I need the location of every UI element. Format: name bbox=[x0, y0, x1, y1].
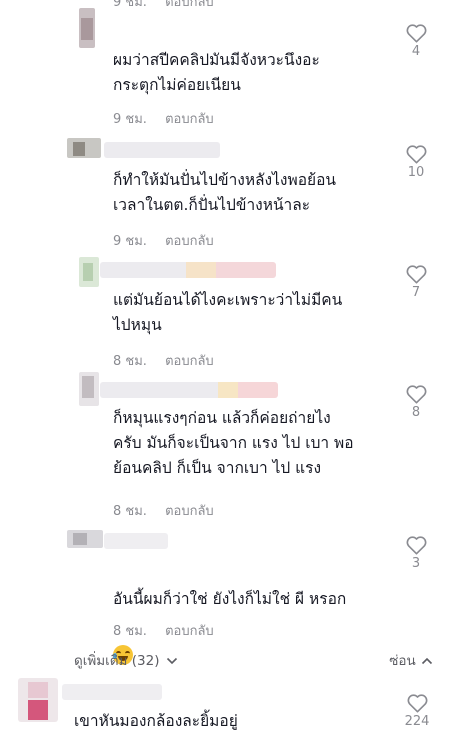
avatar[interactable] bbox=[67, 138, 101, 158]
username[interactable] bbox=[62, 684, 162, 700]
comment-text: ผมว่าสปีคคลิปมันมีจังหวะนึงอะ กระตุกไม่ค… bbox=[113, 51, 320, 94]
comment-text: ก็หมุนแรงๆก่อน แล้วก็ค่อยถ่ายไง ครับ มัน… bbox=[113, 409, 354, 477]
like-button[interactable]: 8 bbox=[401, 385, 431, 420]
reply-button[interactable]: ตอบกลับ bbox=[165, 504, 214, 519]
comment-meta: 9 ชม. ตอบกลับ bbox=[113, 108, 214, 129]
comment-time: 8 ชม. bbox=[113, 624, 147, 639]
hide-label: ซ่อน bbox=[389, 653, 416, 669]
comment-text-content: อันนี้ผมก็ว่าใช่ ยังไงก็ไม่ใช่ ผี หรอก bbox=[113, 590, 347, 608]
like-count: 3 bbox=[411, 556, 421, 571]
reply-button[interactable]: ตอบกลับ bbox=[165, 0, 214, 10]
comment-text: แต่มันย้อนได้ไงคะเพราะว่าไม่มีคน ไปหมุน bbox=[113, 291, 343, 334]
chevron-down-icon bbox=[166, 657, 177, 665]
comment-meta: 8 ชม. ตอบกลับ bbox=[113, 350, 214, 371]
view-more-label: ดูเพิ่มเติม (32) bbox=[74, 653, 160, 669]
username[interactable] bbox=[100, 262, 276, 278]
comment-meta: 9 ชม. ตอบกลับ bbox=[113, 230, 214, 251]
comment-meta: 8 ชม. ตอบกลับ bbox=[113, 500, 214, 521]
reply-button[interactable]: ตอบกลับ bbox=[165, 112, 214, 127]
username[interactable] bbox=[104, 533, 168, 549]
reply-button[interactable]: ตอบกลับ bbox=[165, 624, 214, 639]
like-count: 224 bbox=[404, 714, 430, 729]
like-button[interactable]: 7 bbox=[401, 265, 431, 300]
heart-icon bbox=[406, 24, 426, 43]
comment-text: ก็ทำให้มันปั่นไปข้างหลังไงพอย้อน เวลาในต… bbox=[113, 171, 337, 214]
like-button[interactable]: 10 bbox=[401, 145, 431, 180]
heart-icon bbox=[406, 145, 426, 164]
heart-icon bbox=[406, 536, 426, 555]
like-button[interactable]: 3 bbox=[401, 536, 431, 571]
avatar[interactable] bbox=[79, 8, 95, 48]
reply-button[interactable]: ตอบกลับ bbox=[165, 354, 214, 369]
comment-meta: 9 ชม. ตอบกลับ bbox=[113, 0, 214, 12]
comment-time: 8 ชม. bbox=[113, 504, 147, 519]
avatar[interactable] bbox=[67, 530, 103, 548]
comment-meta: 8 ชม. ตอบกลับ bbox=[113, 620, 214, 641]
hide-replies-button[interactable]: ซ่อน bbox=[389, 649, 433, 671]
view-more-replies-button[interactable]: ดูเพิ่มเติม (32) bbox=[74, 649, 178, 671]
like-count: 8 bbox=[411, 405, 421, 420]
chevron-up-icon bbox=[421, 657, 433, 665]
comment-time: 8 ชม. bbox=[113, 354, 147, 369]
heart-icon bbox=[406, 265, 426, 284]
username[interactable] bbox=[104, 142, 220, 158]
avatar[interactable] bbox=[18, 678, 58, 722]
reply-button[interactable]: ตอบกลับ bbox=[165, 234, 214, 249]
like-count: 4 bbox=[411, 44, 421, 59]
like-button[interactable]: 224 bbox=[397, 694, 437, 729]
like-button[interactable]: 4 bbox=[401, 24, 431, 59]
username[interactable] bbox=[100, 382, 278, 398]
comment-time: 9 ชม. bbox=[113, 234, 147, 249]
avatar[interactable] bbox=[79, 257, 99, 287]
heart-icon bbox=[406, 385, 426, 404]
like-count: 10 bbox=[407, 165, 425, 180]
like-count: 7 bbox=[411, 285, 421, 300]
heart-icon bbox=[407, 694, 427, 713]
avatar[interactable] bbox=[79, 372, 99, 406]
comment-time: 9 ชม. bbox=[113, 112, 147, 127]
comment-text: เขาหันมองกล้องละยิ้มอยู่ bbox=[74, 712, 238, 730]
comment-time: 9 ชม. bbox=[113, 0, 147, 10]
